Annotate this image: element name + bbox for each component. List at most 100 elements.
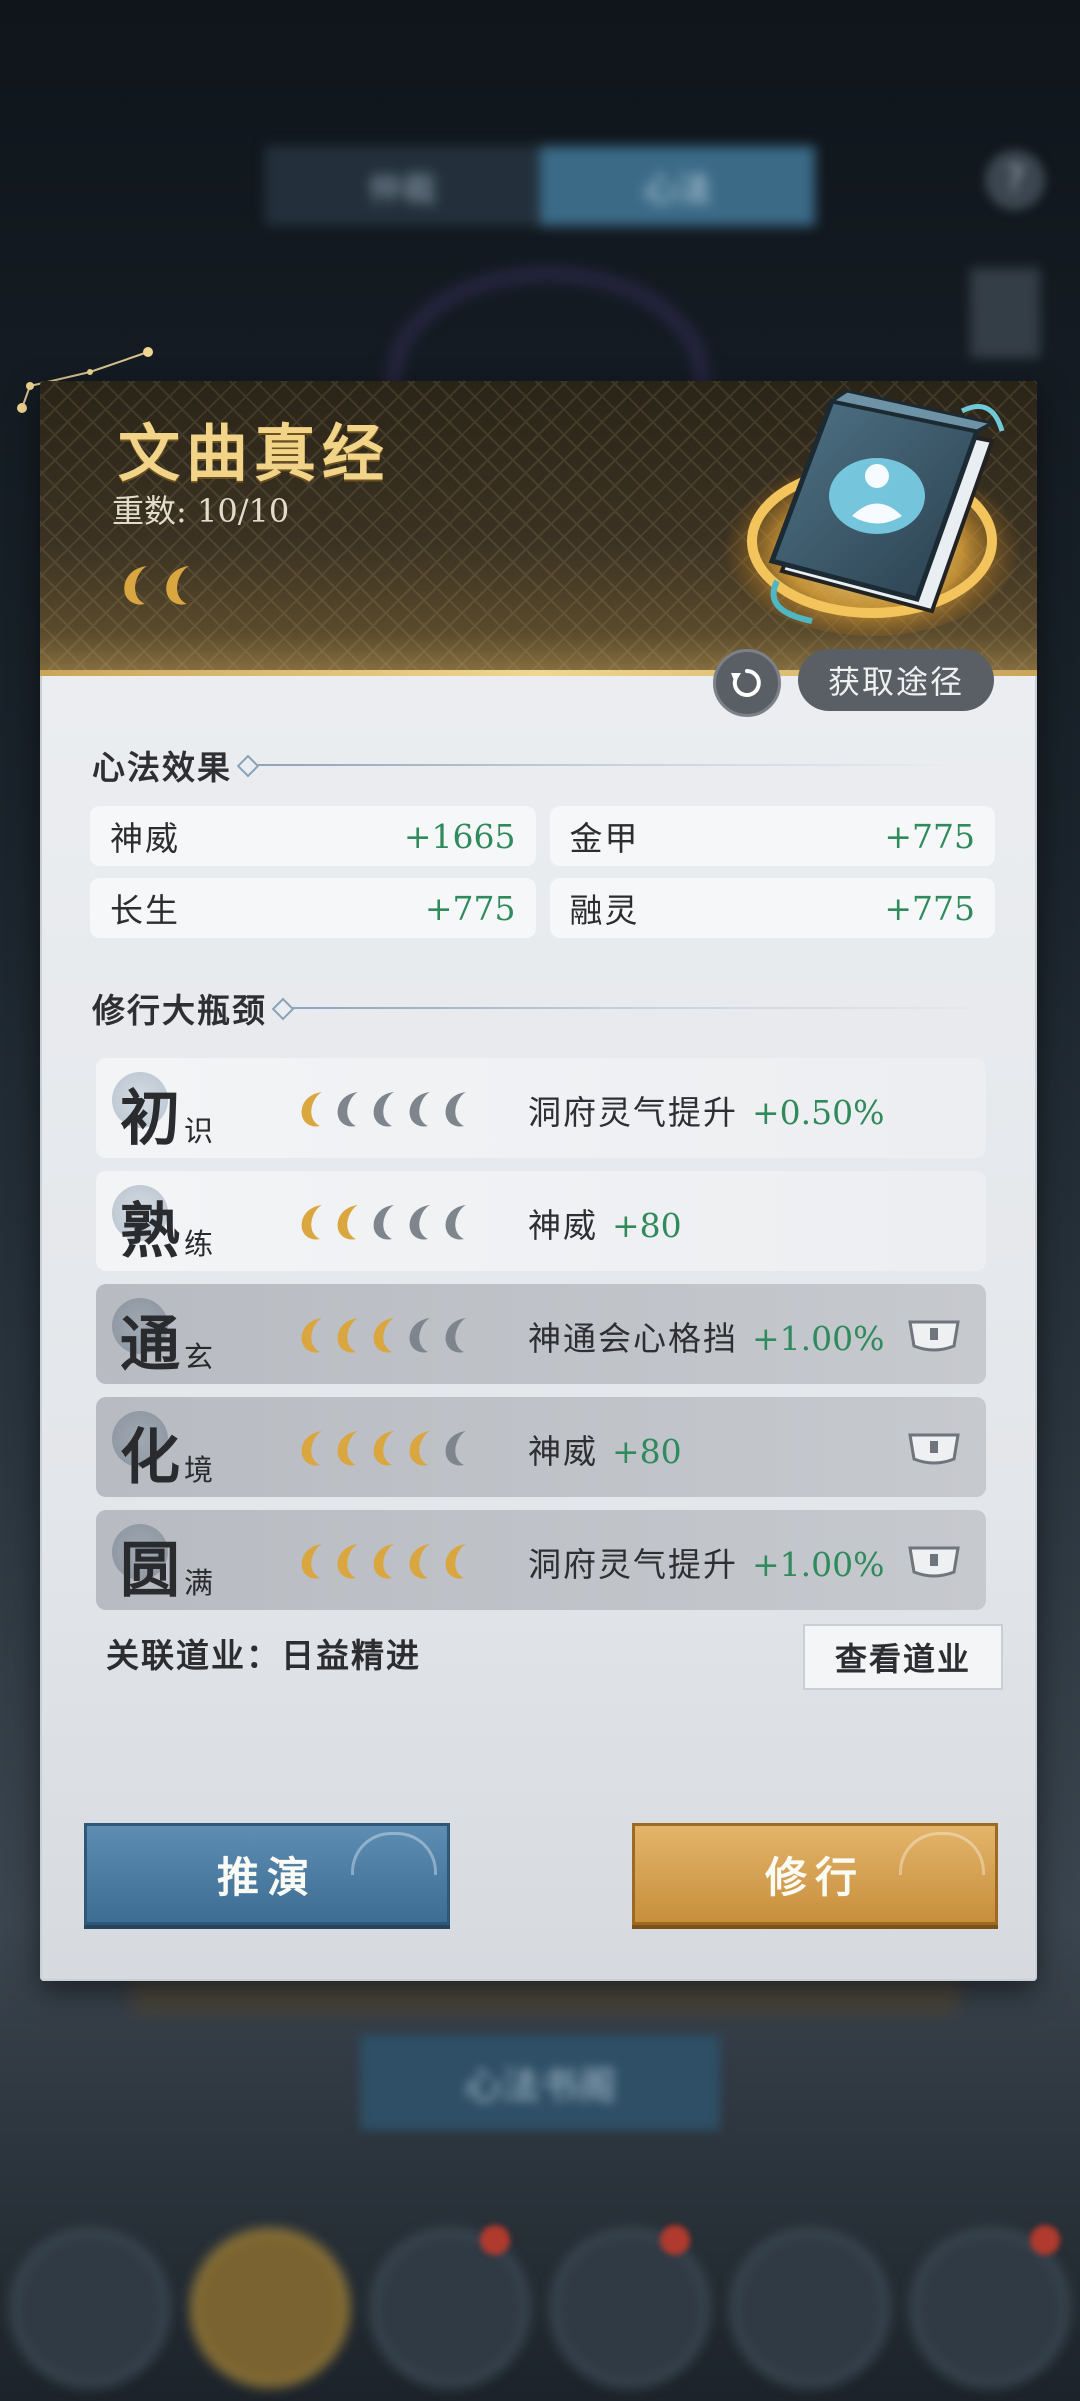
stage-effect: 洞府灵气提升 +1.00% (528, 1538, 884, 1586)
stage-moons (296, 1427, 474, 1469)
panel-header: 文曲真经 重数: 10/10 (40, 381, 1037, 676)
crescent-moon-icon (409, 1318, 430, 1353)
crescent-moon-icon (445, 1431, 466, 1466)
crescent-moon-icon (409, 1092, 430, 1127)
crescent-moon-icon (337, 1431, 358, 1466)
stage-effect: 神威 +80 (528, 1425, 682, 1473)
nav-item-icon (191, 2229, 349, 2387)
crescent-moon-icon (301, 1544, 322, 1579)
stat-name: 长生 (110, 891, 180, 930)
stage-effect-bonus: +0.50% (752, 1093, 885, 1132)
stat-name: 神威 (110, 819, 180, 858)
level-label: 重数: (112, 492, 187, 530)
bottleneck-stage[interactable]: 圆满 洞府灵气提升 +1.00% (96, 1510, 986, 1610)
crescent-moon-icon (445, 1205, 466, 1240)
bottleneck-stage[interactable]: 熟练 神威 +80 (96, 1171, 986, 1271)
notification-dot-icon (1030, 2225, 1060, 2255)
obtain-source-button[interactable]: 获取途径 (798, 649, 994, 711)
background-tab: 仲裁 (265, 146, 540, 226)
bottleneck-list: 初识洞府灵气提升 +0.50% 熟练神威 +80 通玄神通会心格挡 +1.00% 化境神威 +… (96, 1058, 986, 1623)
bottleneck-section-title: 修行大瓶颈 (92, 984, 999, 1032)
stage-moons (296, 1088, 474, 1130)
stat-value: +775 (424, 888, 516, 928)
background-bar (130, 1975, 960, 2015)
lock-icon (908, 1433, 960, 1465)
nav-item-icon (371, 2229, 529, 2387)
crescent-moon-icon (373, 1544, 394, 1579)
bottleneck-stage[interactable]: 通玄 神通会心格挡 +1.00% (96, 1284, 986, 1384)
bottleneck-stage[interactable]: 化境 神威 +80 (96, 1397, 986, 1497)
background-tab: 心法 (540, 146, 815, 226)
crescent-moon-icon (124, 566, 148, 605)
stat-value: +775 (884, 816, 975, 856)
stage-effect-name: 洞府灵气提升 (528, 1545, 738, 1584)
refresh-icon (731, 669, 761, 697)
deduce-button[interactable]: 推演 (84, 1823, 450, 1925)
stage-name-sub: 境 (184, 1453, 214, 1487)
bottleneck-stage[interactable]: 初识 洞府灵气提升 +0.50% (96, 1058, 986, 1158)
stage-name-main: 初 (120, 1084, 180, 1154)
stage-effect-bonus: +80 (612, 1432, 682, 1471)
refresh-button[interactable] (713, 649, 781, 717)
crescent-moon-icon (373, 1431, 394, 1466)
background-side-item (970, 268, 1040, 358)
background-bottom-nav (0, 2215, 1080, 2401)
skill-level: 重数: 10/10 (112, 486, 289, 532)
help-icon: ? (985, 150, 1045, 210)
stage-name-main: 化 (120, 1423, 180, 1493)
view-path-button[interactable]: 查看道业 (803, 1624, 1003, 1690)
stat-name: 融灵 (569, 891, 640, 930)
skill-detail-panel: 文曲真经 重数: 10/10 获取途径 心法效果 神威 +1665 金甲 +77… (40, 381, 1037, 1981)
stat-value: +1665 (403, 816, 516, 856)
stage-moons (296, 1201, 474, 1243)
crescent-moon-icon (409, 1544, 430, 1579)
stage-effect-name: 神威 (528, 1432, 598, 1471)
crescent-moon-icon (301, 1205, 322, 1240)
crescent-moon-icon (445, 1092, 466, 1127)
crescent-moon-icon (337, 1092, 358, 1127)
stage-effect-bonus: +1.00% (752, 1319, 885, 1358)
stage-effect: 神威 +80 (528, 1199, 682, 1247)
stage-effect-name: 神通会心格挡 (528, 1319, 738, 1358)
level-value: 10/10 (196, 492, 290, 530)
stage-name-sub: 识 (184, 1114, 214, 1148)
crescent-moon-icon (445, 1318, 466, 1353)
crescent-moon-icon (337, 1318, 358, 1353)
crescent-moon-icon (373, 1318, 394, 1353)
crescent-moon-icon (301, 1318, 322, 1353)
stage-effect: 洞府灵气提升 +0.50% (528, 1086, 884, 1134)
effect-stat: 融灵 +775 (549, 878, 995, 938)
background-tabs: 仲裁 心法 (265, 146, 815, 226)
effect-stat: 长生 +775 (90, 878, 536, 938)
stat-value: +775 (884, 888, 975, 928)
stage-name-main: 圆 (120, 1536, 180, 1606)
crescent-moon-icon (409, 1205, 430, 1240)
crescent-moon-icon (409, 1431, 430, 1466)
stage-name-sub: 练 (184, 1227, 214, 1261)
notification-dot-icon (660, 2225, 690, 2255)
crescent-moon-icon (166, 566, 190, 605)
linked-path-label: 关联道业：日益精进 (106, 1636, 421, 1675)
stage-name-main: 熟 (120, 1197, 180, 1267)
crescent-moon-icon (337, 1544, 358, 1579)
skill-book-icon (722, 389, 1022, 636)
stage-name-sub: 满 (184, 1566, 214, 1600)
stage-name-main: 通 (120, 1310, 180, 1380)
nav-item-icon (551, 2229, 709, 2387)
effects-section-title: 心法效果 (92, 741, 964, 789)
stage-effect: 神通会心格挡 +1.00% (528, 1312, 884, 1360)
crescent-moon-icon (445, 1544, 466, 1579)
effect-stat: 金甲 +775 (549, 806, 995, 866)
crescent-moon-icon (373, 1205, 394, 1240)
skill-title: 文曲真经 (118, 417, 391, 490)
stage-moons (296, 1540, 474, 1582)
lock-icon (908, 1546, 960, 1578)
train-button[interactable]: 修行 (632, 1823, 998, 1925)
crescent-moon-icon (337, 1205, 358, 1240)
crescent-moon-icon (373, 1092, 394, 1127)
nav-item-icon (11, 2229, 169, 2387)
effects-grid: 神威 +1665 金甲 +775 长生 +775 融灵 +775 (90, 806, 995, 938)
stat-name: 金甲 (569, 819, 640, 858)
background-button: 心法书阁 (360, 2035, 720, 2130)
notification-dot-icon (480, 2225, 510, 2255)
